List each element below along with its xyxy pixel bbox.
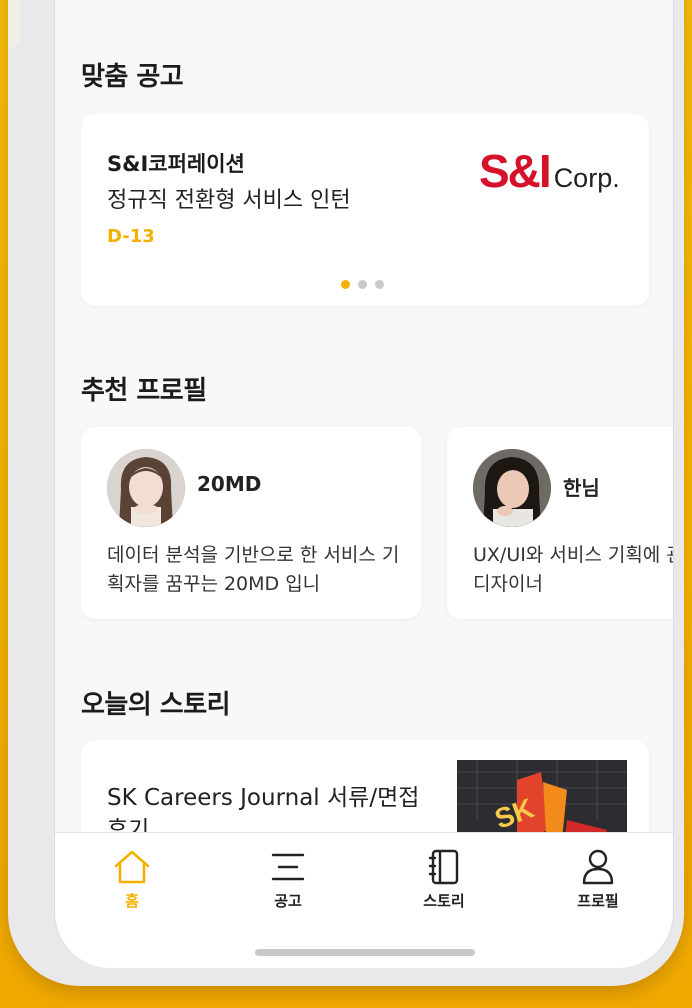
phone-frame: 맞춤 공고 S&I코퍼레이션 정규직 전환형 서비스 인턴 D-13 S&I C… bbox=[8, 0, 684, 986]
scroll-content[interactable]: 맞춤 공고 S&I코퍼레이션 정규직 전환형 서비스 인턴 D-13 S&I C… bbox=[55, 0, 673, 832]
section-title-profiles: 추천 프로필 bbox=[81, 376, 207, 406]
company-logo-mark: S&I bbox=[479, 145, 552, 197]
home-indicator bbox=[255, 949, 475, 956]
carousel-dot[interactable] bbox=[375, 280, 384, 289]
company-logo: S&I Corp. bbox=[479, 144, 620, 198]
tab-home-label: 홈 bbox=[125, 892, 139, 910]
job-company-name: S&I코퍼레이션 bbox=[107, 152, 245, 176]
job-deadline-badge: D-13 bbox=[107, 226, 155, 247]
story-thumbnail: SK bbox=[457, 760, 627, 832]
person-icon bbox=[543, 847, 653, 887]
bottom-tab-bar: 홈 공고 스토리 프로필 bbox=[55, 832, 673, 968]
story-title: SK Careers Journal 서류/면접 후기 bbox=[107, 785, 420, 832]
home-icon bbox=[77, 847, 187, 887]
profile-description: UX/UI와 서비스 기획에 관심이 많은 디자이너 bbox=[473, 544, 673, 595]
job-card[interactable]: S&I코퍼레이션 정규직 전환형 서비스 인턴 D-13 S&I Corp. bbox=[81, 114, 649, 306]
tab-story[interactable]: 스토리 bbox=[389, 847, 499, 911]
job-title: 정규직 전환형 서비스 인턴 bbox=[107, 188, 351, 213]
app-screen: 맞춤 공고 S&I코퍼레이션 정규직 전환형 서비스 인턴 D-13 S&I C… bbox=[54, 0, 674, 968]
profile-card[interactable]: 한님 UX/UI와 서비스 기획에 관심이 많은 디자이너 bbox=[447, 427, 673, 619]
tab-profile[interactable]: 프로필 bbox=[543, 847, 653, 911]
tab-story-label: 스토리 bbox=[423, 892, 465, 910]
tab-jobs[interactable]: 공고 bbox=[233, 847, 343, 911]
profile-name: 한님 bbox=[563, 476, 600, 500]
profile-name: 20MD bbox=[197, 472, 262, 496]
company-logo-suffix: Corp. bbox=[553, 163, 620, 193]
carousel-dot[interactable] bbox=[358, 280, 367, 289]
avatar bbox=[473, 449, 551, 527]
tab-jobs-label: 공고 bbox=[274, 892, 302, 910]
profile-description: 데이터 분석을 기반으로 한 서비스 기획자를 꿈꾸는 20MD 입니 bbox=[107, 544, 400, 595]
carousel-dot-active[interactable] bbox=[341, 280, 350, 289]
section-title-story: 오늘의 스토리 bbox=[81, 690, 231, 720]
notebook-icon bbox=[389, 847, 499, 887]
tab-profile-label: 프로필 bbox=[577, 892, 619, 910]
profile-card[interactable]: 20MD 데이터 분석을 기반으로 한 서비스 기획자를 꿈꾸는 20MD 입니 bbox=[81, 427, 421, 619]
story-card[interactable]: SK Careers Journal 서류/면접 후기 SK bbox=[81, 740, 649, 832]
menu-lines-icon bbox=[233, 847, 343, 887]
phone-side-button bbox=[8, 0, 20, 48]
carousel-indicator bbox=[341, 280, 384, 289]
section-title-jobs: 맞춤 공고 bbox=[81, 62, 184, 92]
avatar bbox=[107, 449, 185, 527]
tab-home[interactable]: 홈 bbox=[77, 847, 187, 911]
